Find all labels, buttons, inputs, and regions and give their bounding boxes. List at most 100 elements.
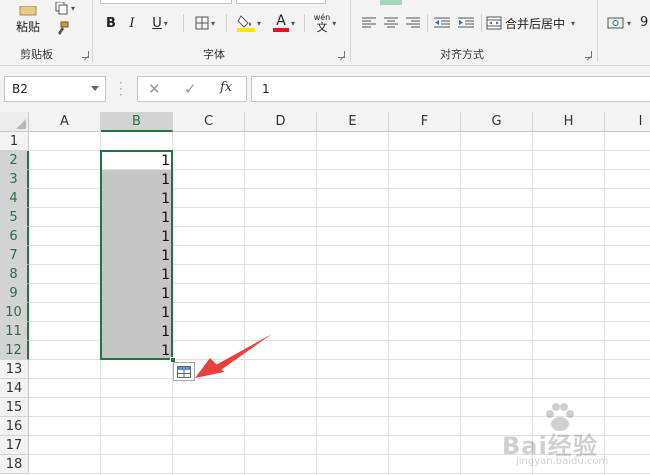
paste-button[interactable]: 粘贴	[10, 0, 46, 40]
row-header-1[interactable]: 1	[0, 132, 29, 151]
column-header-e[interactable]: E	[317, 112, 389, 132]
font-color-letter: A	[276, 13, 286, 29]
insert-function-icon[interactable]: fx	[220, 80, 232, 95]
borders-icon	[195, 16, 209, 30]
clipboard-group-label: 剪贴板	[20, 48, 53, 61]
copy-icon	[55, 1, 68, 14]
merge-center-button[interactable]: 合并后居中 ▾	[486, 13, 586, 33]
underline-button[interactable]: U ▾	[146, 14, 174, 32]
column-header-b[interactable]: B	[101, 112, 173, 132]
borders-button[interactable]: ▾	[190, 14, 220, 32]
group-divider	[92, 0, 93, 62]
cell-b11[interactable]: 1	[101, 322, 172, 341]
watermark-subtext: jingyan.baidu.com	[516, 456, 609, 467]
font-launcher-icon[interactable]	[338, 51, 345, 58]
auto-fill-options-icon	[177, 365, 191, 378]
row-header-11[interactable]: 11	[0, 322, 29, 341]
row-header-10[interactable]: 10	[0, 303, 29, 322]
column-header-g[interactable]: G	[461, 112, 533, 132]
column-header-i[interactable]: I	[605, 112, 650, 132]
row-header-13[interactable]: 13	[0, 360, 29, 379]
row-header-4[interactable]: 4	[0, 189, 29, 208]
formula-input[interactable]: 1	[251, 76, 650, 102]
row-header-6[interactable]: 6	[0, 227, 29, 246]
fill-color-button[interactable]: ▾	[232, 12, 266, 34]
bold-icon: B	[106, 15, 116, 31]
column-header-c[interactable]: C	[173, 112, 245, 132]
phonetic-button[interactable]: wén 文 ▾	[308, 10, 342, 36]
formula-bar-grip-icon[interactable]: · · ·	[119, 77, 123, 101]
copy-button[interactable]: ▾	[52, 0, 78, 16]
font-color-button[interactable]: A ▾	[268, 12, 300, 34]
column-header-d[interactable]: D	[245, 112, 317, 132]
cell-b8[interactable]: 1	[101, 265, 172, 284]
name-box[interactable]: B2	[4, 76, 106, 102]
decrease-indent-button[interactable]	[432, 14, 452, 32]
merge-center-icon	[486, 16, 502, 30]
borders-dropdown-icon: ▾	[210, 18, 215, 28]
underline-icon: U	[152, 15, 162, 31]
column-header-f[interactable]: F	[389, 112, 461, 132]
cell-b2[interactable]: 1	[101, 151, 172, 170]
italic-button[interactable]: I	[124, 14, 140, 32]
clipboard-launcher-icon[interactable]	[82, 51, 89, 58]
alignment-launcher-icon[interactable]	[585, 51, 592, 58]
row-header-3[interactable]: 3	[0, 170, 29, 189]
bold-button[interactable]: B	[103, 14, 119, 32]
row-header-2[interactable]: 2	[0, 151, 29, 170]
font-divider	[226, 14, 227, 32]
align-left-button[interactable]	[360, 14, 378, 32]
column-gridline	[316, 132, 317, 475]
spreadsheet-grid[interactable]: A B C D E F G H I 1 2 3 4 5 6 7 8 9 10 11 12 13 14 15 16 17 18 1 1 1 1…	[0, 112, 650, 475]
align-right-icon	[406, 17, 420, 28]
row-header-18[interactable]: 18	[0, 455, 29, 474]
align-center-button[interactable]	[382, 14, 400, 32]
name-box-dropdown-icon[interactable]	[91, 86, 99, 91]
merge-center-dropdown-icon: ▾	[571, 18, 576, 28]
row-header-9[interactable]: 9	[0, 284, 29, 303]
cancel-icon[interactable]: ✕	[148, 80, 161, 98]
row-header-16[interactable]: 16	[0, 417, 29, 436]
underline-dropdown-icon: ▾	[163, 18, 168, 28]
row-header-12[interactable]: 12	[0, 341, 29, 360]
formula-value: 1	[262, 82, 270, 96]
baidu-jingyan-watermark: Bai经验 jingyan.baidu.com	[502, 400, 642, 470]
confirm-icon[interactable]: ✓	[184, 80, 197, 98]
row-gridline	[29, 397, 650, 398]
format-painter-button[interactable]	[52, 20, 72, 38]
cell-b9[interactable]: 1	[101, 284, 172, 303]
row-header-14[interactable]: 14	[0, 379, 29, 398]
group-divider	[350, 0, 351, 62]
cell-b6[interactable]: 1	[101, 227, 172, 246]
row-gridline	[29, 473, 650, 474]
row-header-7[interactable]: 7	[0, 246, 29, 265]
alignment-top-button-edge	[380, 0, 402, 5]
row-header-17[interactable]: 17	[0, 436, 29, 455]
number-format-button[interactable]: ▾	[604, 12, 634, 34]
cell-b10[interactable]: 1	[101, 303, 172, 322]
align-right-button[interactable]	[404, 14, 422, 32]
merge-center-label: 合并后居中	[505, 16, 566, 31]
column-header-h[interactable]: H	[533, 112, 605, 132]
row-header-8[interactable]: 8	[0, 265, 29, 284]
row-header-15[interactable]: 15	[0, 398, 29, 417]
alignment-divider	[481, 14, 482, 32]
align-left-icon	[362, 17, 376, 28]
cell-b4[interactable]: 1	[101, 189, 172, 208]
cell-b7[interactable]: 1	[101, 246, 172, 265]
cell-b5[interactable]: 1	[101, 208, 172, 227]
fill-bucket-icon	[236, 15, 255, 32]
column-header-a[interactable]: A	[29, 112, 101, 132]
cell-b12[interactable]: 1	[101, 341, 172, 360]
row-header-5[interactable]: 5	[0, 208, 29, 227]
increase-indent-button[interactable]	[456, 14, 476, 32]
cell-b3[interactable]: 1	[101, 170, 172, 189]
column-gridline	[388, 132, 389, 475]
phonetic-icon: wén 文	[314, 13, 331, 33]
font-group-label: 字体	[203, 48, 225, 61]
font-divider	[183, 14, 184, 32]
select-all-corner[interactable]	[0, 112, 29, 132]
font-color-dropdown-icon: ▾	[290, 18, 295, 28]
font-name-box-edge	[100, 0, 232, 4]
phonetic-bottom-text: 文	[316, 21, 328, 34]
